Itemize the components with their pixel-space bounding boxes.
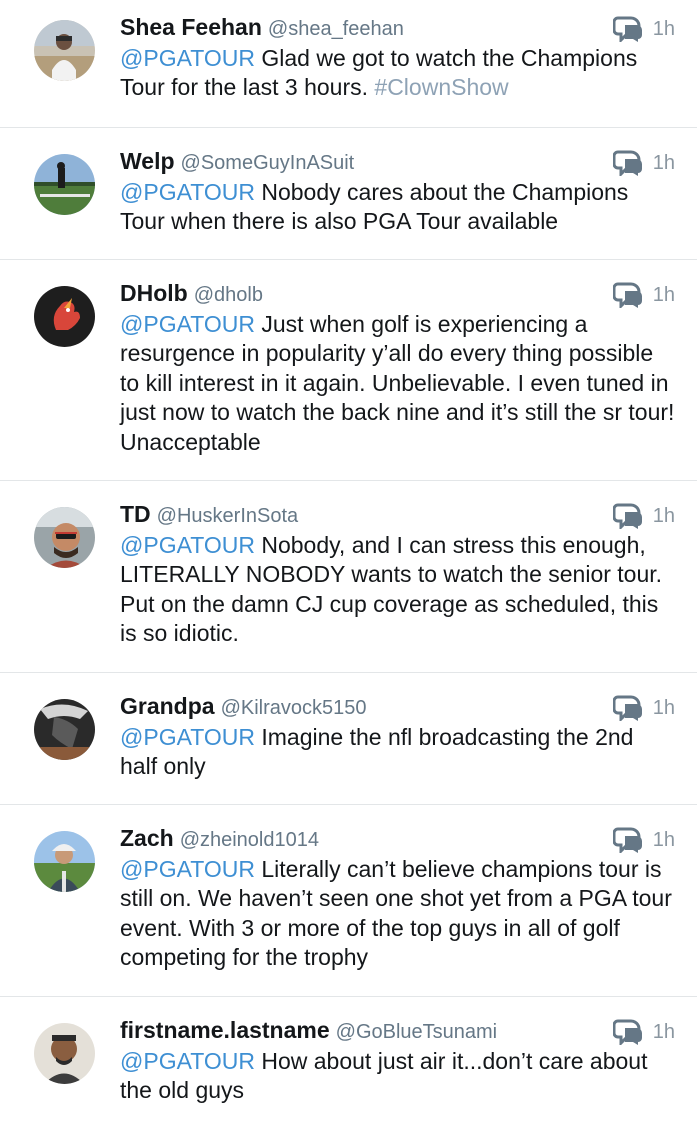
mention-link[interactable]: @PGATOUR — [120, 532, 255, 558]
display-name[interactable]: Zach — [120, 825, 174, 852]
user-handle[interactable]: @zheinold1014 — [180, 829, 319, 852]
tweet-feed: Shea Feehan @shea_feehan 1h @PGATOUR Gla… — [0, 0, 697, 1126]
tweet-item[interactable]: Zach @zheinold1014 1h @PGATOUR Literally… — [0, 805, 697, 997]
man-cap-golf-avatar[interactable] — [34, 831, 95, 892]
mention-link[interactable]: @PGATOUR — [120, 1048, 255, 1074]
user-handle[interactable]: @shea_feehan — [268, 18, 404, 41]
timestamp: 1h — [652, 504, 675, 527]
tweet-item[interactable]: firstname.lastname @GoBlueTsunami 1h @PG… — [0, 997, 697, 1126]
mention-link[interactable]: @PGATOUR — [120, 179, 255, 205]
reply-icon[interactable] — [612, 503, 643, 529]
mention-link[interactable]: @PGATOUR — [120, 856, 255, 882]
display-name[interactable]: Welp — [120, 148, 175, 175]
rooster-logo-avatar[interactable] — [34, 286, 95, 347]
display-name[interactable]: DHolb — [120, 280, 188, 307]
timestamp: 1h — [652, 151, 675, 174]
tweet-text: @PGATOUR Imagine the nfl broadcasting th… — [120, 723, 675, 782]
user-handle[interactable]: @GoBlueTsunami — [336, 1021, 497, 1044]
tweet-item[interactable]: Welp @SomeGuyInASuit 1h @PGATOUR Nobody … — [0, 128, 697, 260]
mention-link[interactable]: @PGATOUR — [120, 724, 255, 750]
reply-icon[interactable] — [612, 827, 643, 853]
timestamp: 1h — [652, 696, 675, 719]
tweet-item[interactable]: TD @HuskerInSota 1h @PGATOUR Nobody, and… — [0, 481, 697, 673]
reply-icon[interactable] — [612, 695, 643, 721]
user-handle[interactable]: @HuskerInSota — [157, 505, 298, 528]
timestamp: 1h — [652, 283, 675, 306]
mention-link[interactable]: @PGATOUR — [120, 311, 255, 337]
mention-link[interactable]: @PGATOUR — [120, 45, 255, 71]
golf-course-avatar[interactable] — [34, 154, 95, 215]
dark-object-avatar[interactable] — [34, 699, 95, 760]
tweet-item[interactable]: DHolb @dholb 1h @PGATOUR Just when golf … — [0, 260, 697, 481]
display-name[interactable]: TD — [120, 501, 151, 528]
tweet-text: @PGATOUR Nobody, and I can stress this e… — [120, 531, 675, 649]
user-handle[interactable]: @SomeGuyInASuit — [181, 152, 355, 175]
person-outdoors-avatar[interactable] — [34, 20, 95, 81]
tweet-item[interactable]: Grandpa @Kilravock5150 1h @PGATOUR Imagi… — [0, 673, 697, 805]
display-name[interactable]: Shea Feehan — [120, 14, 262, 41]
reply-icon[interactable] — [612, 16, 643, 42]
timestamp: 1h — [652, 17, 675, 40]
reply-icon[interactable] — [612, 282, 643, 308]
tweet-item[interactable]: Shea Feehan @shea_feehan 1h @PGATOUR Gla… — [0, 0, 697, 128]
tweet-text: @PGATOUR Just when golf is experiencing … — [120, 310, 675, 457]
man-portrait-avatar[interactable] — [34, 1023, 95, 1084]
tweet-text: @PGATOUR Nobody cares about the Champion… — [120, 178, 675, 237]
user-handle[interactable]: @dholb — [194, 284, 263, 307]
reply-icon[interactable] — [612, 150, 643, 176]
tweet-text: @PGATOUR Literally can’t believe champio… — [120, 855, 675, 973]
tweet-text: @PGATOUR Glad we got to watch the Champi… — [120, 44, 675, 103]
man-sunglasses-avatar[interactable] — [34, 507, 95, 568]
reply-icon[interactable] — [612, 1019, 643, 1045]
hashtag-link[interactable]: #ClownShow — [374, 74, 508, 100]
display-name[interactable]: firstname.lastname — [120, 1017, 330, 1044]
timestamp: 1h — [652, 828, 675, 851]
tweet-text: @PGATOUR How about just air it...don’t c… — [120, 1047, 675, 1106]
display-name[interactable]: Grandpa — [120, 693, 215, 720]
user-handle[interactable]: @Kilravock5150 — [221, 697, 367, 720]
timestamp: 1h — [652, 1020, 675, 1043]
